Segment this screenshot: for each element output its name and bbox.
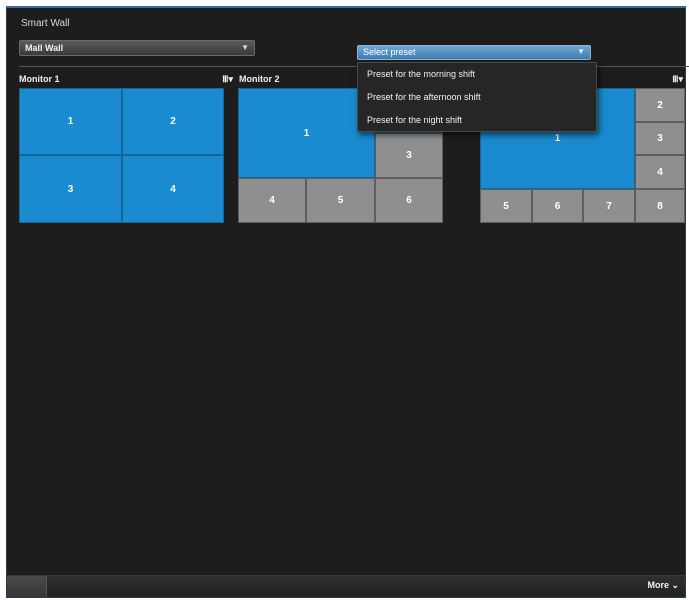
grid-layout-icon[interactable]: Ⅲ▾ [222, 74, 233, 85]
monitor-2-tile-5[interactable]: 5 [306, 178, 375, 223]
monitor-2-label: Monitor 2 [239, 74, 280, 84]
smart-wall-panel: Smart Wall Mall Wall ▼ Select preset ▼ M… [6, 6, 689, 598]
monitor-2-tile-1[interactable]: 1 [238, 88, 375, 178]
preset-dropdown-menu: Preset for the morning shift Preset for … [357, 62, 597, 132]
monitor-2-tile-4[interactable]: 4 [238, 178, 306, 223]
panel-title: Smart Wall [21, 18, 70, 29]
footer-bar: More ⌄ [7, 575, 685, 597]
monitor-2-tile-6[interactable]: 6 [375, 178, 443, 223]
wall-select[interactable]: Mall Wall ▼ [19, 40, 255, 56]
preset-option-night[interactable]: Preset for the night shift [358, 109, 596, 132]
grid-layout-icon[interactable]: Ⅲ▾ [672, 74, 683, 85]
monitor-1-tile-4[interactable]: 4 [122, 155, 224, 223]
preset-option-afternoon[interactable]: Preset for the afternoon shift [358, 86, 596, 109]
monitor-1-tile-2[interactable]: 2 [122, 88, 224, 155]
monitor-3-tile-6[interactable]: 6 [532, 189, 583, 223]
monitor-3-tile-2[interactable]: 2 [635, 88, 685, 122]
wall-select-value: Mall Wall [25, 43, 64, 53]
footer-tab[interactable] [7, 576, 47, 597]
monitor-1-label: Monitor 1 [19, 74, 60, 84]
preset-select[interactable]: Select preset ▼ [357, 45, 591, 60]
monitor-1-tile-1[interactable]: 1 [19, 88, 122, 155]
monitor-3-tile-8[interactable]: 8 [635, 189, 685, 223]
monitor-3-tile-7[interactable]: 7 [583, 189, 635, 223]
chevron-down-icon: ▼ [577, 47, 585, 56]
monitor-3-header: Ⅲ▾ [599, 74, 685, 88]
monitor-3-tile-4[interactable]: 4 [635, 155, 685, 189]
preset-option-morning[interactable]: Preset for the morning shift [358, 63, 596, 86]
monitor-1-header: Monitor 1 Ⅲ▾ [19, 74, 235, 88]
monitor-3-tile-3[interactable]: 3 [635, 122, 685, 155]
monitor-2-tile-3[interactable]: 3 [375, 133, 443, 178]
more-button[interactable]: More ⌄ [647, 580, 679, 591]
app-frame: Smart Wall Mall Wall ▼ Select preset ▼ M… [0, 0, 689, 600]
monitor-3-tile-5[interactable]: 5 [480, 189, 532, 223]
monitor-1-tile-3[interactable]: 3 [19, 155, 122, 223]
chevron-down-icon: ▼ [241, 43, 249, 52]
preset-select-value: Select preset [363, 47, 416, 57]
